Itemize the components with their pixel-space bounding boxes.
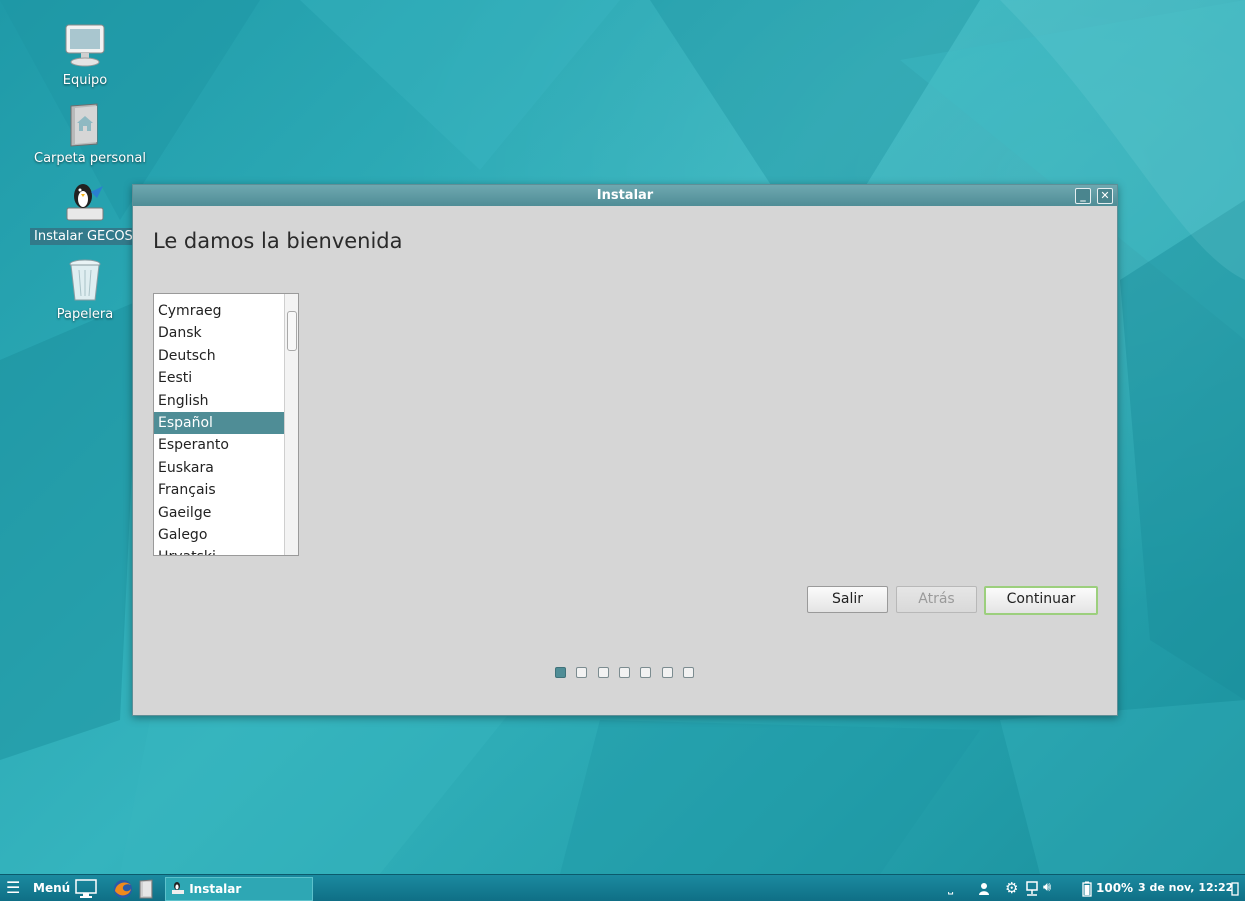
trash-icon (61, 256, 109, 304)
step-dot (661, 667, 673, 678)
keyboard-layout-icon[interactable]: ⎵ (948, 875, 953, 901)
power-icon[interactable] (1230, 875, 1240, 901)
volume-icon[interactable]: 🔊︎ (1043, 875, 1051, 901)
file-manager-icon[interactable] (138, 875, 154, 901)
language-item[interactable]: Gaeilge (154, 502, 284, 524)
clock[interactable]: 3 de nov, 12:22 (1138, 875, 1233, 901)
desktop-icon-label: Equipo (62, 73, 108, 88)
quit-button[interactable]: Salir (807, 586, 888, 613)
computer-icon (61, 22, 109, 70)
minimize-icon: _ (1080, 189, 1086, 202)
installer-window: Instalar _ ✕ Le damos la bienvenida Cymr… (132, 184, 1118, 716)
language-list-scrollbar[interactable] (284, 294, 298, 555)
user-icon[interactable] (978, 875, 990, 901)
settings-icon[interactable]: ⚙ (1005, 875, 1018, 901)
page-title: Le damos la bienvenida (153, 229, 403, 253)
close-icon: ✕ (1100, 189, 1110, 202)
language-item[interactable]: Español (154, 411, 284, 435)
installer-penguin-icon (171, 878, 185, 900)
language-item[interactable]: Euskara (154, 457, 284, 479)
battery-icon (1082, 875, 1092, 901)
desktop-icon-equipo[interactable]: Equipo (30, 22, 140, 89)
step-dot (555, 667, 566, 678)
step-dot (682, 667, 694, 678)
installer-penguin-icon (61, 178, 109, 226)
step-dot (576, 667, 588, 678)
battery-level[interactable]: 100% (1096, 875, 1133, 901)
desktop-icon-label: Carpeta personal (34, 151, 146, 166)
desktop-icon-instalar-gecos[interactable]: Instalar GECOS v (30, 178, 149, 245)
desktop-icon-papelera[interactable]: Papelera (30, 256, 140, 323)
taskbar-task-label: Instalar (189, 882, 242, 896)
network-icon[interactable] (1025, 875, 1039, 901)
language-item[interactable]: Esperanto (154, 434, 284, 456)
home-folder-icon (61, 100, 109, 148)
desktop-icon-carpeta-personal[interactable]: Carpeta personal (30, 100, 146, 167)
language-list[interactable]: Cymraeg Dansk Deutsch Eesti English Español Es… (153, 293, 299, 556)
taskbar-task-instalar[interactable]: Instalar (165, 877, 313, 901)
language-item[interactable]: Cymraeg (154, 300, 284, 322)
window-titlebar[interactable]: Instalar _ ✕ (133, 185, 1117, 206)
desktop-icon-label: Papelera (56, 307, 114, 322)
language-item[interactable]: Français (154, 479, 284, 501)
show-desktop-icon[interactable] (75, 875, 97, 901)
taskbar: ☰ Menú Instalar ⎵ ⚙ 🔊︎ 100% 3 de nov, 12… (0, 874, 1245, 901)
back-button[interactable]: Atrás (896, 586, 977, 613)
language-items: Cymraeg Dansk Deutsch Eesti English Español Es… (154, 300, 284, 555)
step-dot (640, 667, 652, 678)
language-item[interactable]: Galego (154, 524, 284, 546)
menu-icon[interactable]: ☰ (6, 875, 20, 901)
minimize-button[interactable]: _ (1075, 188, 1091, 204)
scrollbar-thumb[interactable] (287, 311, 297, 351)
language-item[interactable]: Hrvatski (154, 546, 284, 555)
desktop: Equipo Carpeta personal Instalar GECOS v (0, 0, 1245, 874)
desktop-icon-label: Instalar GECOS v (30, 228, 149, 245)
language-item[interactable]: Dansk (154, 322, 284, 344)
continue-button[interactable]: Continuar (984, 586, 1098, 615)
window-title: Instalar (596, 188, 654, 203)
close-button[interactable]: ✕ (1097, 188, 1113, 204)
step-dot (618, 667, 630, 678)
firefox-icon[interactable] (113, 875, 133, 901)
language-item[interactable]: Eesti (154, 367, 284, 389)
step-dot (597, 667, 609, 678)
language-item[interactable]: English (154, 390, 284, 412)
menu-label[interactable]: Menú (33, 875, 70, 901)
language-item[interactable]: Deutsch (154, 345, 284, 367)
